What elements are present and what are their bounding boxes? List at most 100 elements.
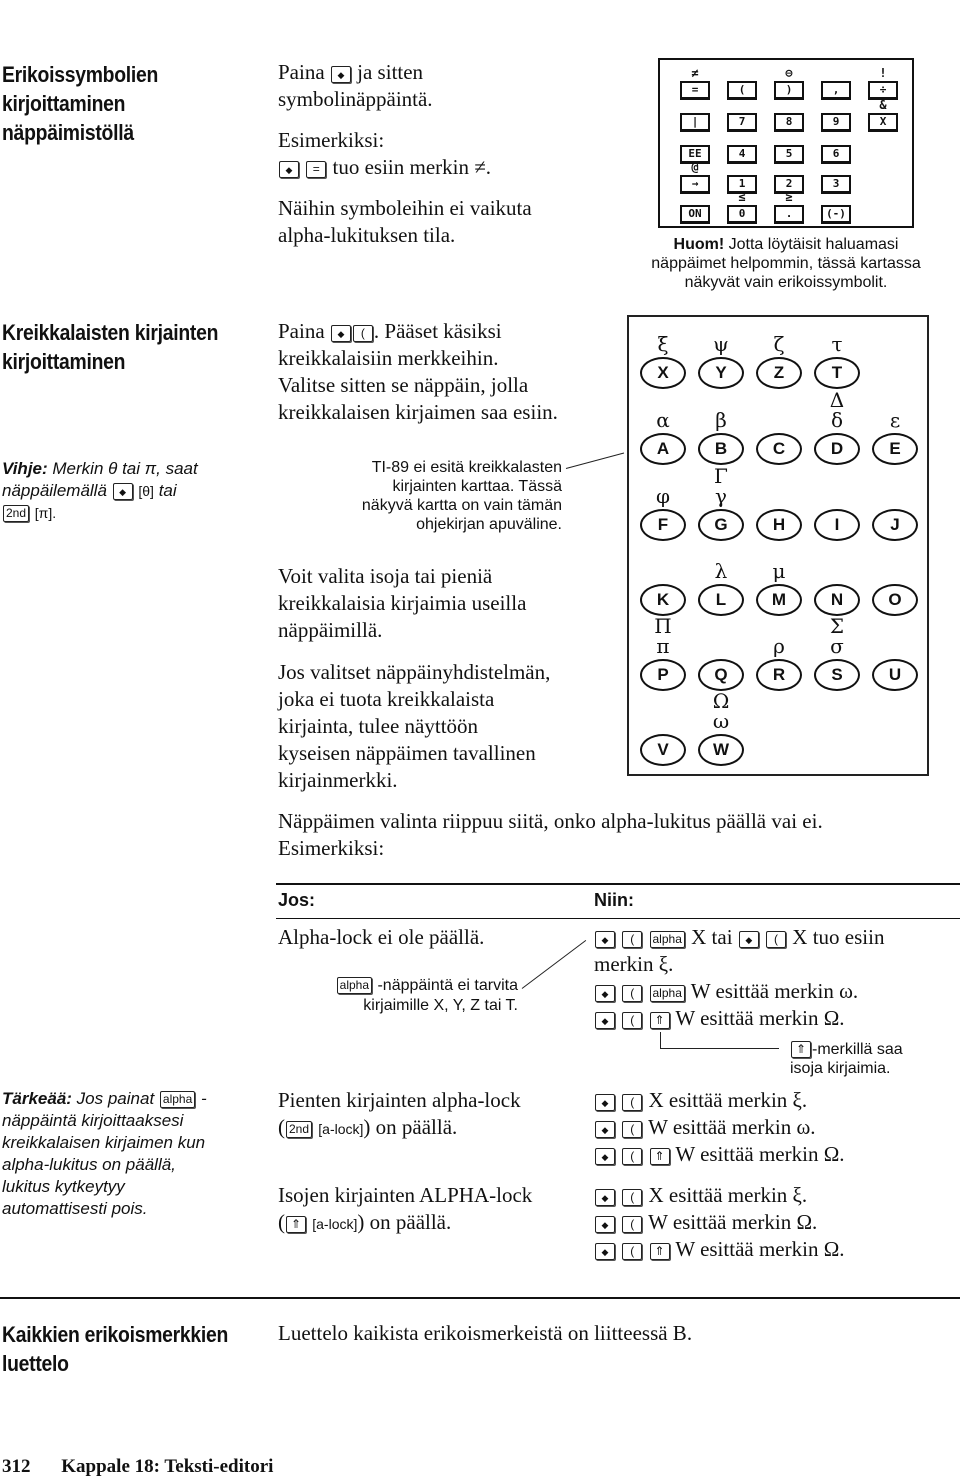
diamond-key-icon [595,1094,615,1111]
keymap-symbol: ⊖ [785,66,793,80]
paren-key-icon: ( [622,1189,643,1206]
result-line: ( ⇑ W esittää merkin Ω. [594,1005,960,1032]
paren-key-icon: ( [622,985,643,1002]
result-line: ( W esittää merkin Ω. [594,1209,845,1236]
result-text: W esittää merkin Ω. [675,1142,845,1166]
keymap-key: 4 [727,145,757,164]
keymap-key: X [868,113,898,132]
result-line: ( X esittää merkin ξ. [594,1087,845,1114]
shift-key-icon: ⇑ [649,1243,670,1260]
row2-result: ( X esittää merkin ξ. ( W esittää merkin… [594,1087,845,1168]
page-footer: 312 Kappale 18: Teksti-editori [2,1456,273,1478]
section2-p3: Jos valitset näppäinyhdistelmän, joka ei… [278,660,551,792]
paren-key-icon: ( [622,1148,643,1165]
special-symbol-keymap: = ≠() ⊖, ÷! | 7 8 9 X & EE 4 5 6 → @1 2 3 ON 0 ≤. ≥ (-) [658,58,914,228]
keymap-symbol: ! [879,66,887,80]
greek-key-q: Q [698,659,744,691]
keymap-key: ON [680,205,710,224]
greek-key-d: D [814,433,860,465]
greek-key-k: K [640,584,686,616]
alpha-key-icon: alpha [649,985,685,1002]
greek-key-g: G [698,509,744,541]
callout-leader-line [521,939,587,989]
greek-key-p: P [640,659,686,691]
diamond-key-icon [279,161,299,178]
section-heading-greek: Kreikkalaisten kirjainten kirjoittaminen [2,320,219,374]
paren-key-icon: ( [622,1094,643,1111]
table-top-rule [276,883,960,885]
paren-key-icon: ( [622,1121,643,1138]
keymap-key: 0 [727,205,757,224]
greek-key-s: S [814,659,860,691]
diamond-key-icon [595,931,615,948]
result-line: ( ⇑ W esittää merkin Ω. [594,1236,845,1263]
result-text: X esittää merkin ξ. [648,1183,808,1207]
diamond-key-icon [595,1189,615,1206]
greek-key-h: H [756,509,802,541]
greek-key-u: U [872,659,918,691]
result-line: merkin ξ. [594,952,674,976]
diamond-key-icon [595,1121,615,1138]
section2-body: Paina (. Pääset käsiksi kreikkalaisiin m… [278,318,618,426]
column-header-then: Niin: [594,890,634,910]
keymap-key: 7 [727,113,757,132]
keymap-symbol: ≤ [738,190,746,204]
greek-lowercase-symbol: ξ [657,332,669,356]
result-text: W esittää merkin Ω. [648,1210,818,1234]
result-text: W esittää merkin Ω. [675,1237,845,1261]
keymap-key: ( [727,81,757,100]
greek-uppercase-symbol: Π [654,614,672,638]
greek-lowercase-symbol: ζ [773,332,785,356]
greek-uppercase-symbol: Ω [712,689,730,713]
keymap-key: 5 [774,145,804,164]
greek-key-r: R [756,659,802,691]
row3-condition: Isojen kirjainten ALPHA-lock (⇑ [a-lock]… [278,1183,533,1234]
diamond-key-icon [330,66,351,83]
second-key-icon: 2nd [286,1121,313,1138]
shift-callout-bracket [660,1032,779,1049]
greek-lowercase-symbol: ω [712,709,730,733]
greek-lowercase-symbol: λ [714,559,728,583]
greek-uppercase-symbol: Σ [829,614,845,638]
section2-p2: Voit valita isoja tai pieniä kreikkalais… [278,564,527,642]
greek-lowercase-symbol: ρ [773,634,785,658]
shift-key-icon: ⇑ [649,1012,670,1029]
result-line: ( X esittää merkin ξ. [594,1182,845,1209]
result-line: ( ⇑ W esittää merkin Ω. [594,1141,845,1168]
paren-key-icon: ( [622,931,643,948]
paren-key-icon: ( [622,1243,643,1260]
keymap-symbol: ≥ [785,190,793,204]
diamond-key-icon [330,325,351,342]
equals-key-icon: = [306,161,327,178]
greek-key-a: A [640,433,686,465]
greek-key-n: N [814,584,860,616]
alpha-callout: alpha -näppäintä ei tarvita kirjaimille … [308,976,518,1016]
paren-key-icon: ( [766,931,787,948]
greek-key-c: C [756,433,802,465]
row1-condition: Alpha-lock ei ole päällä. [278,925,485,949]
greek-map-caption: TI-89 ei esitä kreikkalasten kirjainten … [361,459,562,533]
table-header-rule [276,918,960,919]
diamond-key-icon [595,1148,615,1165]
greek-key-e: E [872,433,918,465]
section-heading-special-list: Kaikkien erikoismerkkien luettelo [2,1322,229,1376]
greek-lowercase-symbol: φ [655,484,670,508]
greek-key-j: J [872,509,918,541]
keymap-note: Huom! Jotta löytäisit haluamasi näppäime… [651,236,921,291]
greek-lowercase-symbol: ψ [713,332,729,356]
alpha-key-icon: alpha [159,1091,196,1108]
greek-key-l: L [698,584,744,616]
caption-leader-line [565,452,625,469]
diamond-key-icon [595,1012,615,1029]
result-line: ( alpha W esittää merkin ω. [594,978,960,1005]
greek-key-o: O [872,584,918,616]
shift-key-icon: ⇑ [791,1041,811,1058]
second-key-icon: 2nd [3,505,30,522]
alpha-key-icon: alpha [649,931,685,948]
greek-key-z: Z [756,357,802,389]
row3-result: ( X esittää merkin ξ. ( W esittää merkin… [594,1182,845,1263]
paren-key-icon: ( [352,325,373,342]
paren-key-icon: ( [622,1012,643,1029]
keymap-key: | [680,113,710,132]
greek-lowercase-symbol: π [656,634,670,658]
